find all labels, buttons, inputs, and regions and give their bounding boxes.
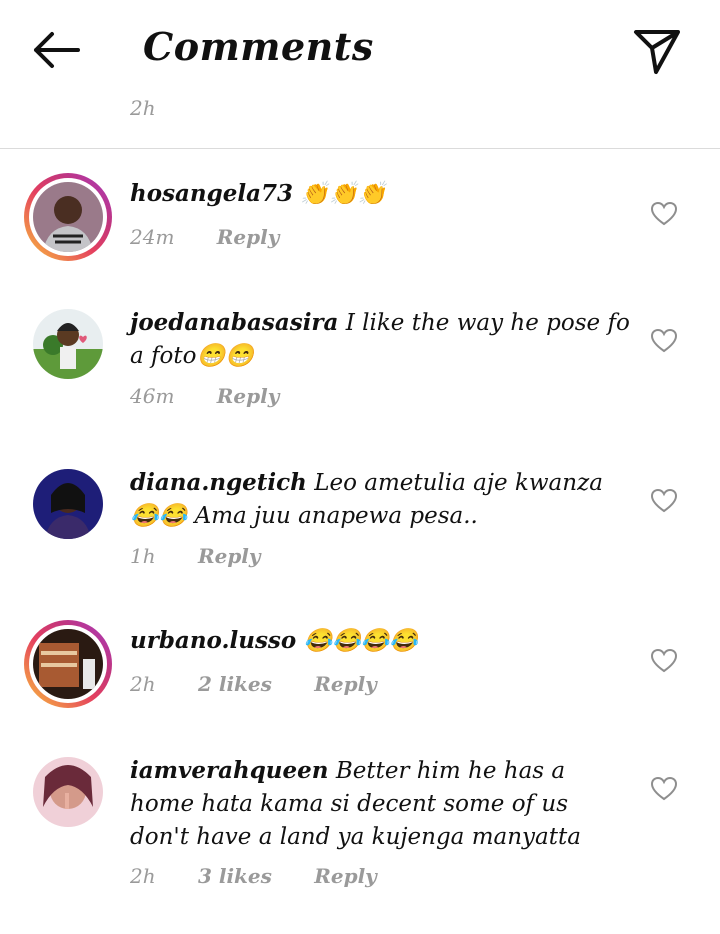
header-bar: Comments bbox=[0, 0, 720, 100]
comment-username[interactable]: hosangela73 bbox=[130, 180, 293, 207]
comment-item: hosangela73 👏👏👏 24m Reply bbox=[0, 173, 720, 283]
comment-body: 😂😂😂😂 bbox=[303, 628, 419, 654]
comment-item: urbano.lusso 😂😂😂😂 2h 2 likes Reply bbox=[0, 620, 720, 720]
comment-time: 1h bbox=[130, 544, 156, 568]
heart-icon bbox=[650, 488, 678, 513]
heart-icon bbox=[650, 648, 678, 673]
comment-time: 2h bbox=[130, 864, 156, 888]
like-button[interactable] bbox=[650, 201, 678, 227]
comment-meta: 46m Reply bbox=[130, 384, 315, 408]
comment-username[interactable]: joedanabasasira bbox=[130, 309, 338, 336]
comment-text: urbano.lusso 😂😂😂😂 bbox=[130, 624, 630, 658]
comment-time: 24m bbox=[130, 225, 175, 249]
comment-username[interactable]: urbano.lusso bbox=[130, 627, 296, 654]
avatar[interactable] bbox=[24, 173, 112, 261]
comment-item: iamverahqueen Better him he has a home h… bbox=[0, 748, 720, 908]
heart-icon bbox=[650, 776, 678, 801]
likes-count[interactable]: 2 likes bbox=[198, 672, 272, 696]
comment-username[interactable]: iamverahqueen bbox=[130, 757, 329, 784]
comment-meta: 2h 3 likes Reply bbox=[130, 864, 413, 888]
divider bbox=[0, 148, 720, 149]
page-title: Comments bbox=[143, 24, 374, 69]
reply-button[interactable]: Reply bbox=[314, 672, 377, 696]
comment-meta: 2h 2 likes Reply bbox=[130, 672, 413, 696]
reply-button[interactable]: Reply bbox=[217, 384, 280, 408]
avatar-image bbox=[33, 182, 103, 252]
comment-body: 👏👏👏 bbox=[300, 181, 387, 207]
comment-time: 46m bbox=[130, 384, 175, 408]
avatar-image bbox=[33, 757, 103, 827]
avatar-image bbox=[33, 469, 103, 539]
paper-plane-icon bbox=[634, 30, 680, 74]
like-button[interactable] bbox=[650, 776, 678, 802]
avatar[interactable] bbox=[24, 620, 112, 708]
reply-button[interactable]: Reply bbox=[198, 544, 261, 568]
avatar[interactable] bbox=[24, 460, 112, 548]
avatar[interactable] bbox=[24, 748, 112, 836]
comment-text: iamverahqueen Better him he has a home h… bbox=[130, 754, 630, 854]
caption-time: 2h bbox=[130, 96, 156, 120]
comment-time: 2h bbox=[130, 672, 156, 696]
like-button[interactable] bbox=[650, 648, 678, 674]
reply-button[interactable]: Reply bbox=[217, 225, 280, 249]
like-button[interactable] bbox=[650, 488, 678, 514]
heart-icon bbox=[650, 201, 678, 226]
share-button[interactable] bbox=[630, 26, 684, 76]
comment-text: diana.ngetich Leo ametulia aje kwanza😂😂 … bbox=[130, 466, 630, 533]
comment-text: joedanabasasira I like the way he pose f… bbox=[130, 306, 630, 373]
avatar-image bbox=[33, 629, 103, 699]
reply-button[interactable]: Reply bbox=[314, 864, 377, 888]
comment-meta: 1h Reply bbox=[130, 544, 297, 568]
heart-icon bbox=[650, 328, 678, 353]
comment-item: joedanabasasira I like the way he pose f… bbox=[0, 300, 720, 420]
avatar[interactable] bbox=[24, 300, 112, 388]
comment-text: hosangela73 👏👏👏 bbox=[130, 177, 630, 211]
avatar-image bbox=[33, 309, 103, 379]
comment-item: diana.ngetich Leo ametulia aje kwanza😂😂 … bbox=[0, 460, 720, 580]
back-button[interactable] bbox=[28, 28, 84, 72]
arrow-left-icon bbox=[34, 32, 80, 68]
likes-count[interactable]: 3 likes bbox=[198, 864, 272, 888]
comment-meta: 24m Reply bbox=[130, 225, 315, 249]
like-button[interactable] bbox=[650, 328, 678, 354]
comment-username[interactable]: diana.ngetich bbox=[130, 469, 307, 496]
